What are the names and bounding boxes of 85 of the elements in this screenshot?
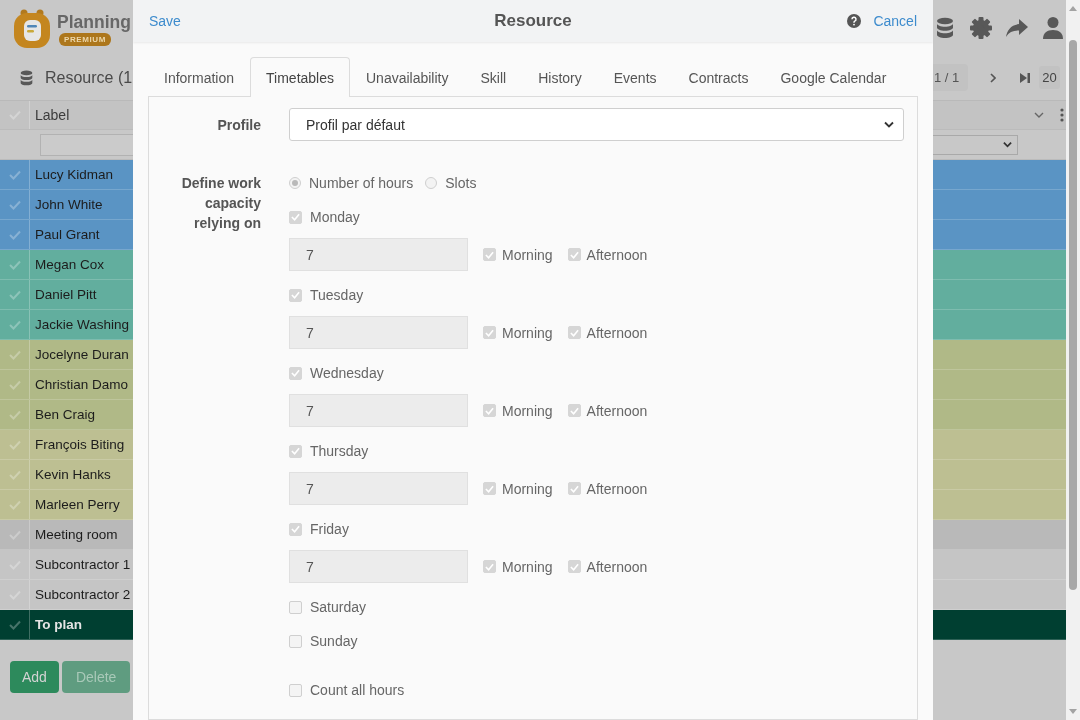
table-row[interactable]: Lucy Kidman (0, 160, 133, 190)
tab[interactable]: Contracts (672, 57, 765, 97)
settings-icon[interactable] (970, 16, 992, 39)
table-row[interactable] (933, 370, 1066, 400)
scrollbar[interactable] (1066, 0, 1080, 720)
table-row[interactable]: Subcontractor 1 (0, 550, 133, 580)
tab[interactable]: Information (148, 57, 251, 97)
table-row[interactable]: Daniel Pitt (0, 280, 133, 310)
tab[interactable]: Skill (464, 57, 523, 97)
last-page-icon[interactable] (1020, 72, 1031, 83)
table-row[interactable] (933, 610, 1066, 640)
cancel-button[interactable]: Cancel (873, 13, 917, 29)
chevron-down-icon[interactable] (1034, 112, 1044, 118)
help-icon[interactable] (847, 14, 862, 28)
table-cell-text: Jocelyne Duran (34, 347, 129, 362)
field-label: Define work capacity relying on (180, 174, 261, 233)
table-row[interactable] (933, 280, 1066, 310)
table-row[interactable] (933, 400, 1066, 430)
table-row[interactable] (933, 220, 1066, 250)
tab[interactable]: History (522, 57, 598, 97)
table-cell-text: Ben Craig (34, 407, 96, 422)
table-row[interactable]: Megan Cox (0, 250, 133, 280)
tab[interactable]: Events (597, 57, 673, 97)
table-row[interactable]: Subcontractor 2 (0, 580, 133, 610)
column-header[interactable]: Label (30, 107, 70, 123)
table-row[interactable]: Christian Damo (0, 370, 133, 400)
table-row[interactable] (933, 340, 1066, 370)
scroll-up-icon[interactable] (1069, 6, 1077, 11)
save-button[interactable]: Save (149, 13, 181, 29)
table-row[interactable]: Jackie Washing (0, 310, 133, 340)
scroll-down-icon[interactable] (1069, 709, 1077, 714)
tab[interactable]: Timetables (250, 57, 350, 97)
table-row[interactable] (933, 190, 1066, 220)
table-row[interactable]: John White (0, 190, 133, 220)
filter-field[interactable] (40, 133, 133, 156)
table-row[interactable] (933, 160, 1066, 190)
table-row[interactable] (933, 430, 1066, 460)
table-cell-text: Meeting room (34, 527, 118, 542)
page-size-field[interactable]: 20 (1039, 66, 1060, 89)
dialog-title: Resource (494, 11, 572, 31)
page-indicator[interactable]: 1 / 1 (933, 64, 969, 91)
table-row[interactable]: Ben Craig (0, 400, 133, 430)
table-row[interactable] (933, 310, 1066, 340)
table-cell-text: Marleen Perry (34, 497, 120, 512)
filter-select[interactable] (933, 134, 1018, 155)
app-name: Planning (57, 11, 131, 32)
table-row[interactable] (933, 490, 1066, 520)
table-row[interactable] (933, 460, 1066, 490)
table-row[interactable]: François Biting (0, 430, 133, 460)
table-row[interactable]: To plan (0, 610, 133, 640)
page-title: Resource (1 (45, 68, 133, 87)
table-row[interactable]: Marleen Perry (0, 490, 133, 520)
scrollbar-thumb[interactable] (1069, 40, 1077, 590)
table-cell-text: Subcontractor 1 (34, 557, 131, 572)
share-icon[interactable] (1006, 16, 1028, 39)
database-icon[interactable] (934, 16, 956, 39)
premium-badge: PREMIUM (59, 32, 111, 46)
profile-select[interactable]: Profil par défaut (289, 108, 904, 141)
user-icon[interactable] (1042, 16, 1064, 39)
tab[interactable]: Unavailability (350, 57, 465, 97)
table-cell-text: Megan Cox (34, 257, 105, 272)
table-row[interactable] (933, 250, 1066, 280)
tab[interactable]: Google Calendar (764, 57, 903, 97)
more-icon[interactable] (1060, 108, 1064, 122)
table-cell-text: To plan (34, 617, 82, 632)
table-cell-text: Jackie Washing (34, 317, 130, 332)
table-cell-text: Kevin Hanks (34, 467, 111, 482)
table-cell-text: Paul Grant (34, 227, 100, 242)
table-row[interactable] (933, 520, 1066, 550)
field-label: Profile (216, 115, 261, 135)
table-cell-text: Lucy Kidman (34, 167, 114, 182)
table-row[interactable]: Meeting room (0, 520, 133, 550)
table-cell-text: Subcontractor 2 (34, 587, 131, 602)
database-icon (19, 69, 34, 86)
logo-icon (12, 7, 52, 48)
table-row[interactable]: Jocelyne Duran (0, 340, 133, 370)
next-page-icon[interactable] (990, 72, 997, 83)
table-cell-text: Christian Damo (34, 377, 129, 392)
table-row[interactable]: Paul Grant (0, 220, 133, 250)
table-cell-text: Daniel Pitt (34, 287, 97, 302)
chevron-down-icon (1003, 141, 1012, 148)
table-cell-text: John White (34, 197, 103, 212)
chevron-down-icon (884, 121, 894, 128)
table-row[interactable]: Kevin Hanks (0, 460, 133, 490)
table-cell-text: François Biting (34, 437, 125, 452)
